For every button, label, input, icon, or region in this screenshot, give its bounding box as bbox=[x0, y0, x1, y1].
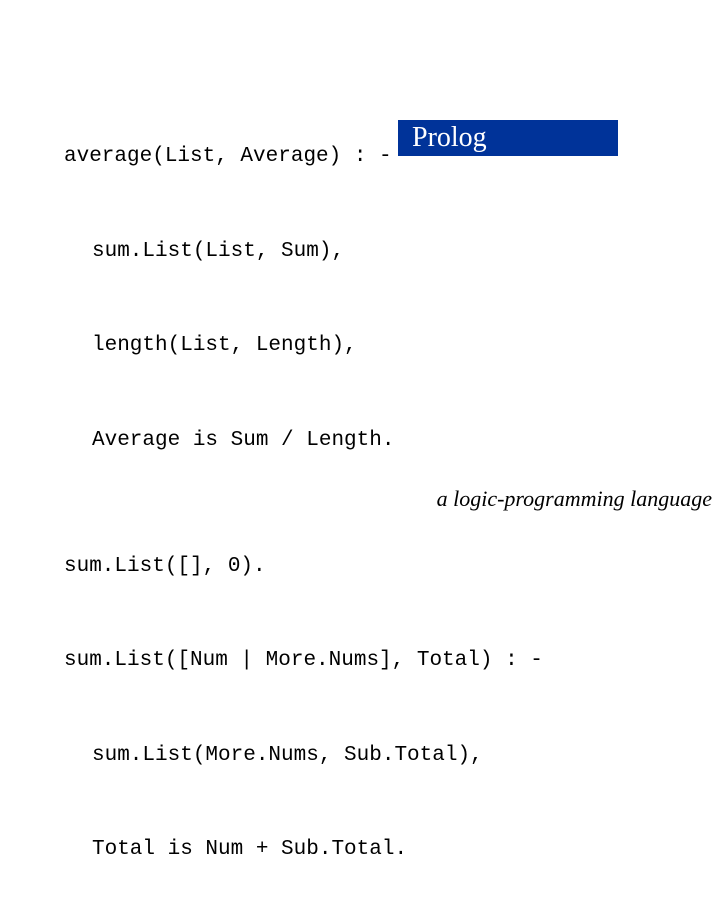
footer-text: a logic-programming language bbox=[437, 486, 712, 511]
language-badge: Prolog bbox=[398, 120, 618, 156]
code-line: Average is Sum / Length. bbox=[64, 425, 543, 457]
code-line: sum.List(More.Nums, Sub.Total), bbox=[64, 740, 543, 772]
code-line: Total is Num + Sub.Total. bbox=[64, 834, 543, 866]
code-line: sum.List([Num | More.Nums], Total) : - bbox=[64, 645, 543, 677]
code-line: sum.List(List, Sum), bbox=[64, 236, 543, 268]
code-line: sum.List([], 0). bbox=[64, 551, 543, 583]
footer-caption: a logic-programming language bbox=[437, 486, 712, 512]
code-line: length(List, Length), bbox=[64, 330, 543, 362]
badge-label: Prolog bbox=[412, 122, 487, 154]
